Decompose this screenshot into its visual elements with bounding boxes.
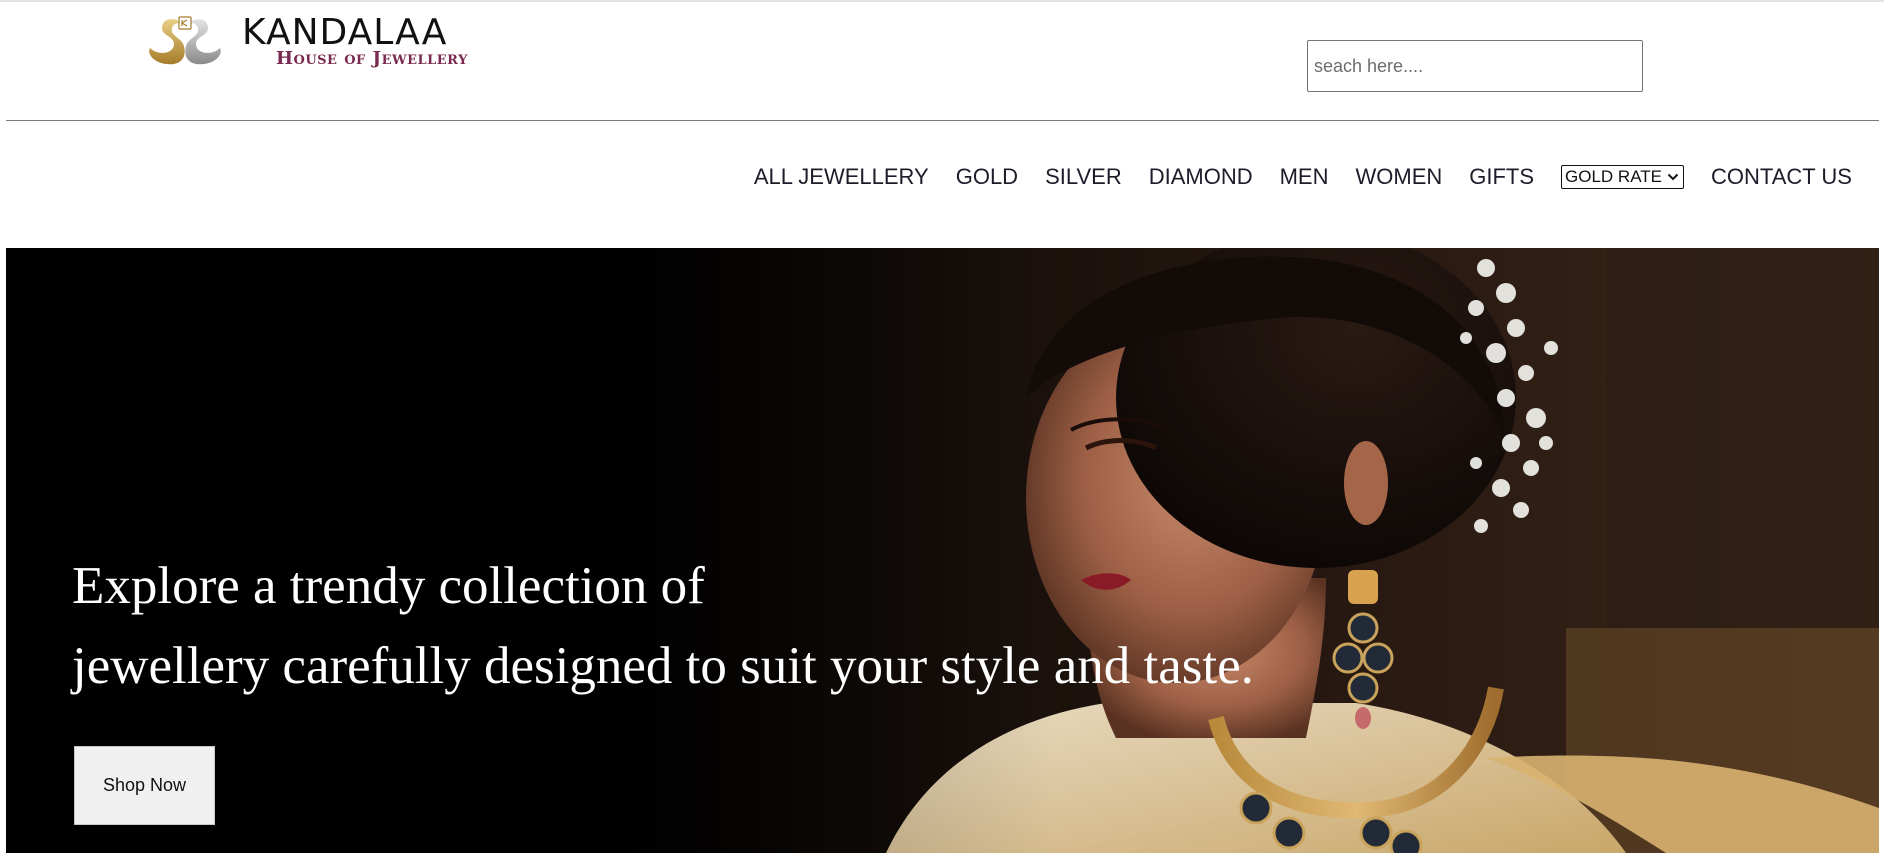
- nav-item-contact-us[interactable]: CONTACT US: [1711, 163, 1852, 191]
- brand-name: KANDALAA: [242, 12, 448, 53]
- page: KANDALAA House of Jewellery ALL JEWELLER…: [0, 0, 1884, 853]
- shop-now-button[interactable]: Shop Now: [74, 746, 215, 825]
- nav-item-silver[interactable]: SILVER: [1045, 163, 1122, 191]
- brand-tagline: House of Jewellery: [276, 48, 468, 69]
- search-input[interactable]: [1307, 40, 1643, 92]
- brand-logo[interactable]: KANDALAA House of Jewellery: [144, 14, 524, 74]
- hero-banner: Explore a trendy collection of jewellery…: [6, 248, 1879, 853]
- hero-headline: Explore a trendy collection of jewellery…: [72, 546, 1472, 706]
- main-nav: ALL JEWELLERY GOLD SILVER DIAMOND MEN WO…: [754, 163, 1852, 191]
- nav-item-all-jewellery[interactable]: ALL JEWELLERY: [754, 163, 929, 191]
- gold-rate-label: GOLD RATE: [1565, 167, 1663, 186]
- nav-item-diamond[interactable]: DIAMOND: [1149, 163, 1253, 191]
- nav-item-gifts[interactable]: GIFTS: [1469, 163, 1534, 191]
- twin-swan-emblem-icon: [149, 16, 221, 65]
- nav-item-men[interactable]: MEN: [1280, 163, 1329, 191]
- top-border: [0, 0, 1884, 2]
- header-divider: [6, 120, 1879, 121]
- hero-headline-line-2: jewellery carefully designed to suit you…: [72, 637, 1254, 695]
- nav-item-women[interactable]: WOMEN: [1355, 163, 1442, 191]
- gold-rate-dropdown[interactable]: GOLD RATE: [1561, 165, 1685, 189]
- hero-headline-line-1: Explore a trendy collection of: [72, 557, 705, 615]
- nav-item-gold[interactable]: GOLD: [956, 163, 1018, 191]
- chevron-down-icon: [1667, 173, 1679, 181]
